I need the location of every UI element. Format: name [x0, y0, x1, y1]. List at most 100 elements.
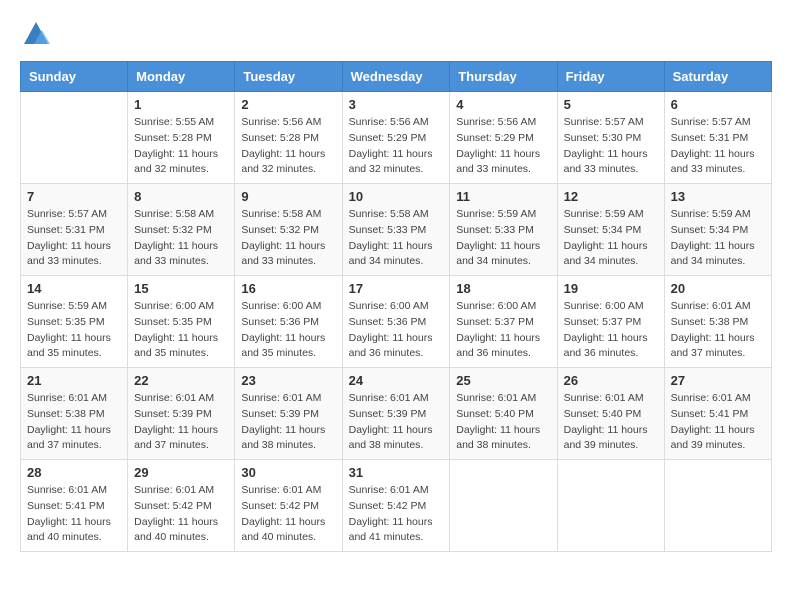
calendar-cell: 16Sunrise: 6:00 AM Sunset: 5:36 PM Dayli… [235, 276, 342, 368]
calendar-week-3: 21 Sunrise: 6:01 AM Sunset: 5:38 PM Dayli… [21, 368, 772, 460]
day-info: Sunrise: 5:59 AM Sunset: 5:34 PM Dayligh… [564, 207, 658, 270]
day-info: Sunrise: 5:59 AM Sunset: 5:34 PM Dayligh… [671, 207, 765, 270]
calendar-cell: 22 Sunrise: 6:01 AM Sunset: 5:39 PM Dayli… [128, 368, 235, 460]
calendar-table: SundayMondayTuesdayWednesdayThursdayFrid… [20, 61, 772, 552]
day-number: 13 [671, 189, 765, 204]
calendar-week-0: 1 Sunrise: 5:55 AM Sunset: 5:28 PM Daylig… [21, 92, 772, 184]
day-number: 6 [671, 97, 765, 112]
day-info: Sunrise: 5:59 AM Sunset: 5:33 PM Dayligh… [456, 207, 550, 270]
day-info: Sunrise: 6:00 AM Sunset: 5:35 PM Dayligh… [134, 299, 228, 362]
calendar-cell: 6 Sunrise: 5:57 AM Sunset: 5:31 PM Daylig… [664, 92, 771, 184]
day-number: 28 [27, 465, 121, 480]
calendar-cell: 2 Sunrise: 5:56 AM Sunset: 5:28 PM Daylig… [235, 92, 342, 184]
day-header-tuesday: Tuesday [235, 62, 342, 92]
day-number: 23 [241, 373, 335, 388]
calendar-cell: 8Sunrise: 5:58 AM Sunset: 5:32 PM Daylig… [128, 184, 235, 276]
calendar-cell [21, 92, 128, 184]
calendar-cell: 11 Sunrise: 5:59 AM Sunset: 5:33 PM Dayli… [450, 184, 557, 276]
calendar-cell: 14 Sunrise: 5:59 AM Sunset: 5:35 PM Dayli… [21, 276, 128, 368]
calendar-cell [664, 460, 771, 552]
day-info: Sunrise: 6:01 AM Sunset: 5:39 PM Dayligh… [349, 391, 444, 454]
day-info: Sunrise: 5:56 AM Sunset: 5:29 PM Dayligh… [349, 115, 444, 178]
calendar-cell: 26 Sunrise: 6:01 AM Sunset: 5:40 PM Dayli… [557, 368, 664, 460]
day-info: Sunrise: 5:58 AM Sunset: 5:33 PM Dayligh… [349, 207, 444, 270]
day-header-wednesday: Wednesday [342, 62, 450, 92]
calendar-cell: 28 Sunrise: 6:01 AM Sunset: 5:41 PM Dayli… [21, 460, 128, 552]
day-info: Sunrise: 5:57 AM Sunset: 5:31 PM Dayligh… [27, 207, 121, 270]
day-number: 11 [456, 189, 550, 204]
day-info: Sunrise: 6:01 AM Sunset: 5:40 PM Dayligh… [564, 391, 658, 454]
day-header-monday: Monday [128, 62, 235, 92]
calendar-cell [557, 460, 664, 552]
calendar-cell: 27Sunrise: 6:01 AM Sunset: 5:41 PM Dayli… [664, 368, 771, 460]
day-info: Sunrise: 5:55 AM Sunset: 5:28 PM Dayligh… [134, 115, 228, 178]
day-number: 26 [564, 373, 658, 388]
calendar-week-4: 28 Sunrise: 6:01 AM Sunset: 5:41 PM Dayli… [21, 460, 772, 552]
calendar-cell: 5Sunrise: 5:57 AM Sunset: 5:30 PM Daylig… [557, 92, 664, 184]
day-number: 31 [349, 465, 444, 480]
day-info: Sunrise: 6:01 AM Sunset: 5:38 PM Dayligh… [671, 299, 765, 362]
day-number: 25 [456, 373, 550, 388]
day-info: Sunrise: 6:01 AM Sunset: 5:41 PM Dayligh… [671, 391, 765, 454]
calendar-cell: 18 Sunrise: 6:00 AM Sunset: 5:37 PM Dayli… [450, 276, 557, 368]
calendar-week-2: 14 Sunrise: 5:59 AM Sunset: 5:35 PM Dayli… [21, 276, 772, 368]
calendar-cell: 30Sunrise: 6:01 AM Sunset: 5:42 PM Dayli… [235, 460, 342, 552]
calendar-cell: 21 Sunrise: 6:01 AM Sunset: 5:38 PM Dayli… [21, 368, 128, 460]
calendar-cell: 15 Sunrise: 6:00 AM Sunset: 5:35 PM Dayli… [128, 276, 235, 368]
day-number: 2 [241, 97, 335, 112]
calendar-cell: 9 Sunrise: 5:58 AM Sunset: 5:32 PM Daylig… [235, 184, 342, 276]
calendar-cell: 7 Sunrise: 5:57 AM Sunset: 5:31 PM Daylig… [21, 184, 128, 276]
day-info: Sunrise: 5:58 AM Sunset: 5:32 PM Dayligh… [241, 207, 335, 270]
day-number: 15 [134, 281, 228, 296]
day-number: 17 [349, 281, 444, 296]
day-info: Sunrise: 5:56 AM Sunset: 5:28 PM Dayligh… [241, 115, 335, 178]
calendar-cell: 4 Sunrise: 5:56 AM Sunset: 5:29 PM Daylig… [450, 92, 557, 184]
calendar-cell: 1 Sunrise: 5:55 AM Sunset: 5:28 PM Daylig… [128, 92, 235, 184]
day-info: Sunrise: 5:57 AM Sunset: 5:30 PM Dayligh… [564, 115, 658, 178]
calendar-cell: 31Sunrise: 6:01 AM Sunset: 5:42 PM Dayli… [342, 460, 450, 552]
calendar-cell: 25Sunrise: 6:01 AM Sunset: 5:40 PM Dayli… [450, 368, 557, 460]
day-info: Sunrise: 6:01 AM Sunset: 5:41 PM Dayligh… [27, 483, 121, 546]
header-row: SundayMondayTuesdayWednesdayThursdayFrid… [21, 62, 772, 92]
calendar-week-1: 7 Sunrise: 5:57 AM Sunset: 5:31 PM Daylig… [21, 184, 772, 276]
logo [20, 20, 50, 53]
day-info: Sunrise: 6:01 AM Sunset: 5:42 PM Dayligh… [134, 483, 228, 546]
day-info: Sunrise: 5:57 AM Sunset: 5:31 PM Dayligh… [671, 115, 765, 178]
day-number: 24 [349, 373, 444, 388]
calendar-cell: 12 Sunrise: 5:59 AM Sunset: 5:34 PM Dayli… [557, 184, 664, 276]
calendar-cell: 20 Sunrise: 6:01 AM Sunset: 5:38 PM Dayli… [664, 276, 771, 368]
calendar-cell: 29 Sunrise: 6:01 AM Sunset: 5:42 PM Dayli… [128, 460, 235, 552]
day-number: 12 [564, 189, 658, 204]
day-number: 9 [241, 189, 335, 204]
calendar-cell: 13 Sunrise: 5:59 AM Sunset: 5:34 PM Dayli… [664, 184, 771, 276]
day-header-thursday: Thursday [450, 62, 557, 92]
day-number: 14 [27, 281, 121, 296]
day-number: 1 [134, 97, 228, 112]
calendar-cell: 10Sunrise: 5:58 AM Sunset: 5:33 PM Dayli… [342, 184, 450, 276]
day-number: 18 [456, 281, 550, 296]
day-info: Sunrise: 6:01 AM Sunset: 5:38 PM Dayligh… [27, 391, 121, 454]
day-number: 20 [671, 281, 765, 296]
day-info: Sunrise: 5:59 AM Sunset: 5:35 PM Dayligh… [27, 299, 121, 362]
day-number: 29 [134, 465, 228, 480]
day-number: 22 [134, 373, 228, 388]
day-header-friday: Friday [557, 62, 664, 92]
calendar-cell: 24 Sunrise: 6:01 AM Sunset: 5:39 PM Dayli… [342, 368, 450, 460]
day-number: 21 [27, 373, 121, 388]
day-info: Sunrise: 6:00 AM Sunset: 5:36 PM Dayligh… [349, 299, 444, 362]
day-number: 7 [27, 189, 121, 204]
page-header [20, 20, 772, 53]
day-info: Sunrise: 6:00 AM Sunset: 5:37 PM Dayligh… [564, 299, 658, 362]
day-info: Sunrise: 5:56 AM Sunset: 5:29 PM Dayligh… [456, 115, 550, 178]
day-info: Sunrise: 6:01 AM Sunset: 5:39 PM Dayligh… [241, 391, 335, 454]
calendar-cell: 17 Sunrise: 6:00 AM Sunset: 5:36 PM Dayli… [342, 276, 450, 368]
calendar-cell: 19 Sunrise: 6:00 AM Sunset: 5:37 PM Dayli… [557, 276, 664, 368]
day-number: 16 [241, 281, 335, 296]
day-number: 19 [564, 281, 658, 296]
day-header-saturday: Saturday [664, 62, 771, 92]
day-info: Sunrise: 6:00 AM Sunset: 5:37 PM Dayligh… [456, 299, 550, 362]
calendar-cell: 3Sunrise: 5:56 AM Sunset: 5:29 PM Daylig… [342, 92, 450, 184]
day-number: 30 [241, 465, 335, 480]
day-info: Sunrise: 6:01 AM Sunset: 5:39 PM Dayligh… [134, 391, 228, 454]
day-number: 4 [456, 97, 550, 112]
